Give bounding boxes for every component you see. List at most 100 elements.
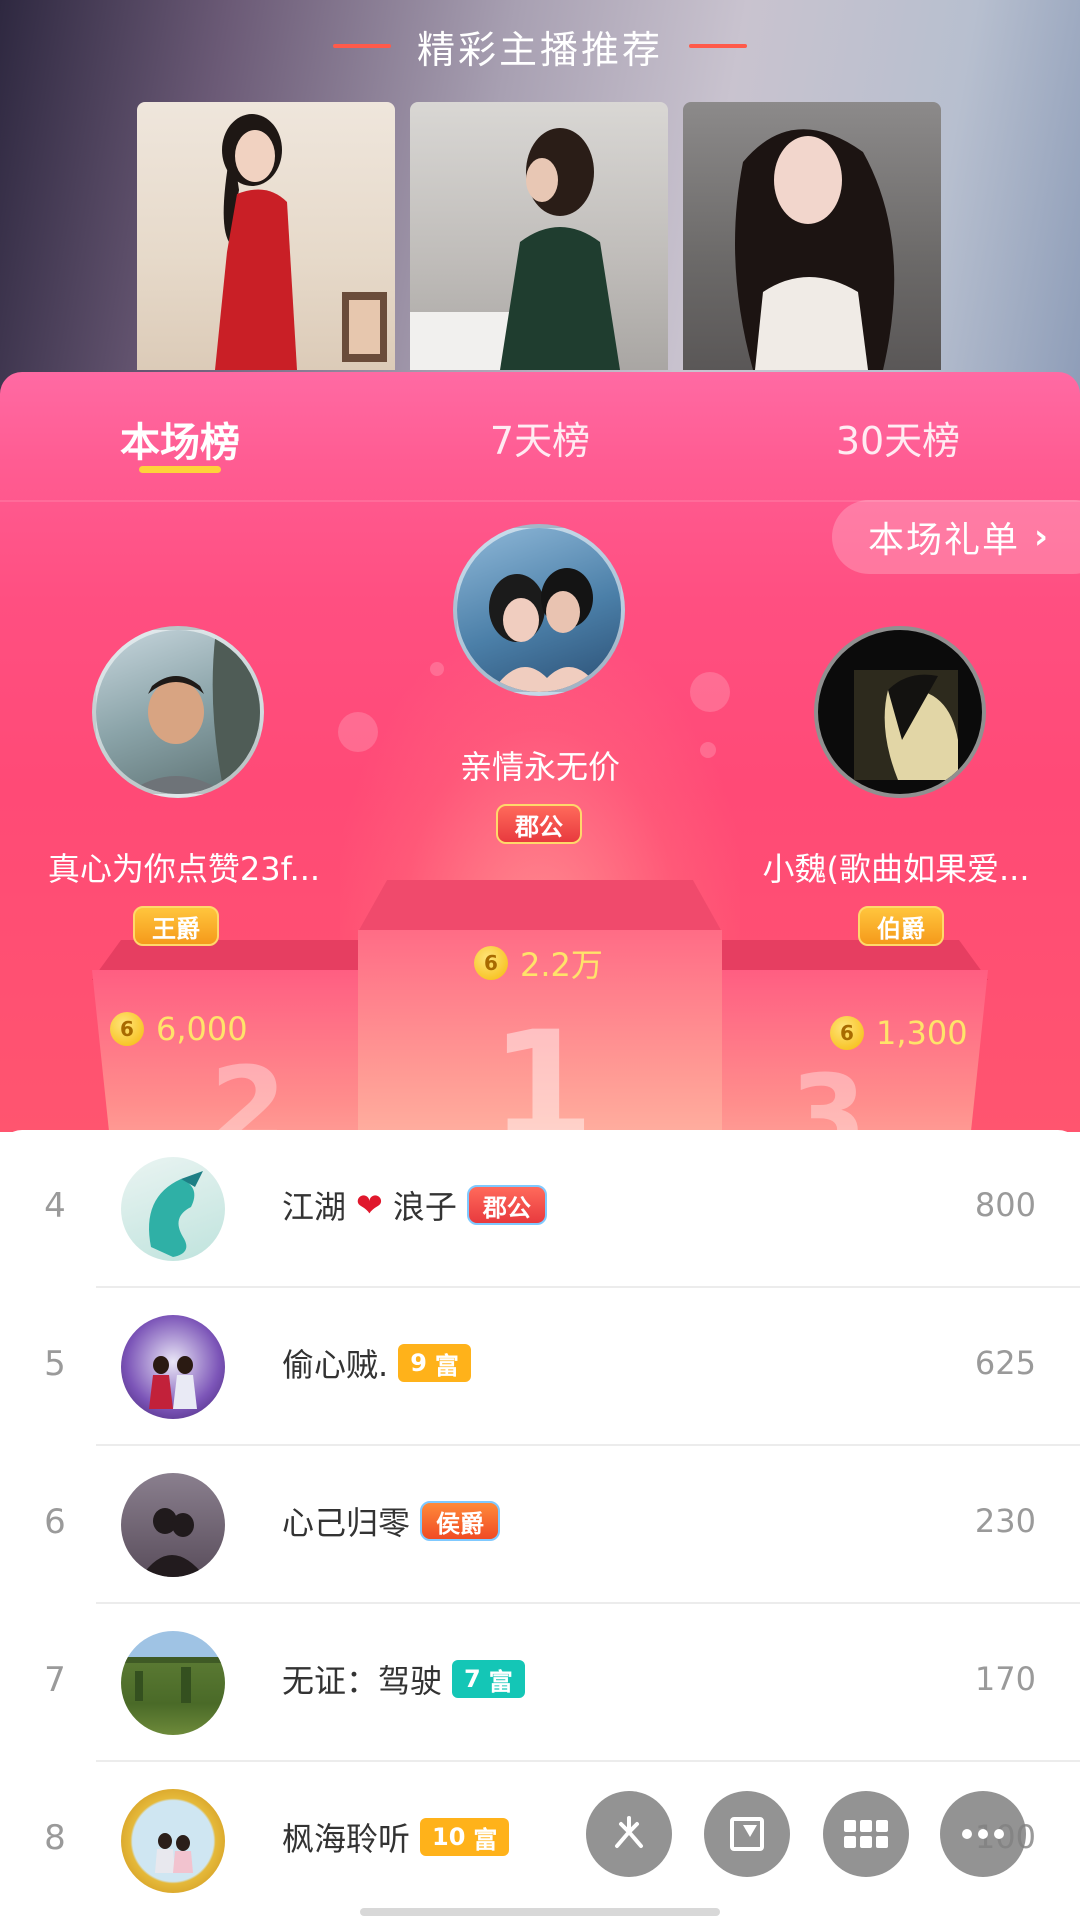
rank-2-name: 真心为你点赞23f...: [47, 850, 321, 888]
podium-top-1: [358, 880, 722, 932]
wealth-level-badge: 9 富: [398, 1344, 471, 1382]
row-name-wrap: 心己归零 侯爵: [282, 1498, 501, 1544]
coin-icon: 6: [830, 1016, 864, 1050]
wealth-level-badge: 7 富: [452, 1660, 525, 1698]
avatar-image: [854, 670, 958, 780]
row-rank: 8: [44, 1818, 66, 1858]
row-rank: 5: [44, 1344, 66, 1384]
wealth-label: 富: [473, 1825, 498, 1854]
anchor-card-3[interactable]: [683, 102, 941, 370]
anchor-photo-3: [735, 129, 895, 370]
tab-30-days[interactable]: 30天榜: [778, 410, 1018, 465]
row-score: 230: [974, 1502, 1036, 1540]
row-score: 625: [974, 1344, 1036, 1382]
avatar[interactable]: [121, 1789, 225, 1893]
more-button[interactable]: [940, 1791, 1026, 1877]
avatar-image: [149, 1171, 203, 1257]
anchor-photo-2: [410, 128, 620, 370]
decor-bubble: [690, 672, 730, 712]
podium-number-1: 1: [490, 1000, 595, 1132]
noble-title-badge: 侯爵: [420, 1501, 501, 1541]
active-tab-underline: [139, 466, 221, 473]
avatar[interactable]: [121, 1473, 225, 1577]
row-score: 170: [974, 1660, 1036, 1698]
share-button[interactable]: [586, 1791, 672, 1877]
rank-3-name: 小魏(歌曲如果爱...: [762, 850, 1030, 888]
avatar-rank-2[interactable]: [92, 626, 264, 798]
podium-number-2: 2: [210, 1043, 287, 1132]
list-item-rank-6[interactable]: 6 心己归零 侯爵 230: [0, 1446, 1080, 1604]
tab-7-days[interactable]: 7天榜: [420, 410, 660, 465]
anchor-card-2[interactable]: [410, 102, 668, 370]
rank-1-score: 6 2.2万: [474, 940, 603, 986]
list-item-rank-8[interactable]: 8 枫海聆听 10 富 100: [0, 1762, 1080, 1920]
chevron-right-icon: ›: [1034, 517, 1051, 557]
decor-bubble: [430, 662, 444, 676]
download-icon: [730, 1817, 764, 1851]
row-score: 800: [974, 1186, 1036, 1224]
more-icon: [962, 1829, 1004, 1839]
wealth-label: 富: [434, 1351, 459, 1380]
list-item-rank-5[interactable]: 5 偷心贼. 9 富 625: [0, 1288, 1080, 1446]
row-name-part: 江湖: [282, 1188, 347, 1226]
list-item-rank-7[interactable]: 7 无证：驾驶 7 富 170: [0, 1604, 1080, 1762]
apps-button[interactable]: [823, 1791, 909, 1877]
leaderboard-panel: 本场榜 7天榜 30天榜 本场礼单 › 1 2 3 亲情永无价 郡公 6 2.2…: [0, 372, 1080, 1132]
row-name: 无证：驾驶: [282, 1662, 443, 1700]
decor-bubble: [338, 712, 378, 752]
list-item-rank-4[interactable]: 4 江湖 ❤ 浪子 郡公 800: [0, 1130, 1080, 1288]
avatar-image: [126, 630, 260, 794]
wealth-level: 9: [410, 1349, 427, 1377]
gift-list-label: 本场礼单: [868, 520, 1021, 561]
title-dash-left: [332, 44, 391, 48]
noble-title-badge: 郡公: [466, 1185, 547, 1225]
rank-3-score-value: 1,300: [876, 1014, 968, 1052]
row-rank: 6: [44, 1502, 66, 1542]
rank-1-title-badge: 郡公: [496, 804, 582, 844]
avatar[interactable]: [121, 1157, 225, 1261]
coin-icon: 6: [474, 946, 508, 980]
wealth-level: 7: [464, 1665, 481, 1693]
share-icon: [615, 1816, 643, 1848]
grid-icon: [844, 1820, 888, 1848]
gift-list-button[interactable]: 本场礼单 ›: [832, 500, 1080, 574]
avatar-image: [489, 568, 602, 692]
rank-2-score-value: 6,000: [156, 1010, 248, 1048]
avatar-image: [141, 1508, 205, 1577]
row-name-wrap: 江湖 ❤ 浪子 郡公: [282, 1182, 547, 1228]
leaderboard-tabs: 本场榜 7天榜 30天榜: [0, 372, 1080, 500]
anchor-card-1[interactable]: [137, 102, 395, 370]
download-button[interactable]: [704, 1791, 790, 1877]
anchor-photo-1: [215, 114, 387, 370]
avatar-image: [149, 1356, 197, 1409]
rank-1-name: 亲情永无价: [459, 748, 620, 786]
avatar-rank-1[interactable]: [453, 524, 625, 696]
home-indicator[interactable]: [360, 1908, 720, 1916]
avatar-rank-3[interactable]: [814, 626, 986, 798]
title-dash-right: [689, 44, 747, 48]
rank-2-score: 6 6,000: [110, 1010, 248, 1048]
avatar-image: [155, 1833, 193, 1873]
wealth-level: 10: [432, 1823, 466, 1851]
heart-icon: ❤: [356, 1186, 383, 1224]
avatar[interactable]: [121, 1315, 225, 1419]
row-name: 心己归零: [282, 1504, 411, 1542]
avatar[interactable]: [121, 1631, 225, 1735]
featured-title-row: 精彩主播推荐: [0, 20, 1080, 72]
row-name-wrap: 无证：驾驶 7 富: [282, 1656, 525, 1702]
wealth-label: 富: [488, 1667, 513, 1696]
tab-this-session[interactable]: 本场榜: [60, 410, 300, 468]
row-name-wrap: 偷心贼. 9 富: [282, 1340, 471, 1386]
row-name-part: 浪子: [392, 1188, 457, 1226]
ranking-list: 4 江湖 ❤ 浪子 郡公 800 5 偷心贼. 9 富 625 6 心己归零 侯…: [0, 1130, 1080, 1920]
row-name: 偷心贼.: [282, 1346, 389, 1384]
podium-number-3: 3: [790, 1051, 867, 1132]
wealth-level-badge: 10 富: [420, 1818, 510, 1856]
row-rank: 4: [44, 1186, 66, 1226]
row-rank: 7: [44, 1660, 66, 1700]
rank-2-title-badge: 王爵: [133, 906, 219, 946]
coin-icon: 6: [110, 1012, 144, 1046]
rank-3-score: 6 1,300: [830, 1014, 968, 1052]
row-name-wrap: 枫海聆听 10 富: [282, 1814, 510, 1860]
avatar-image: [121, 1657, 225, 1703]
